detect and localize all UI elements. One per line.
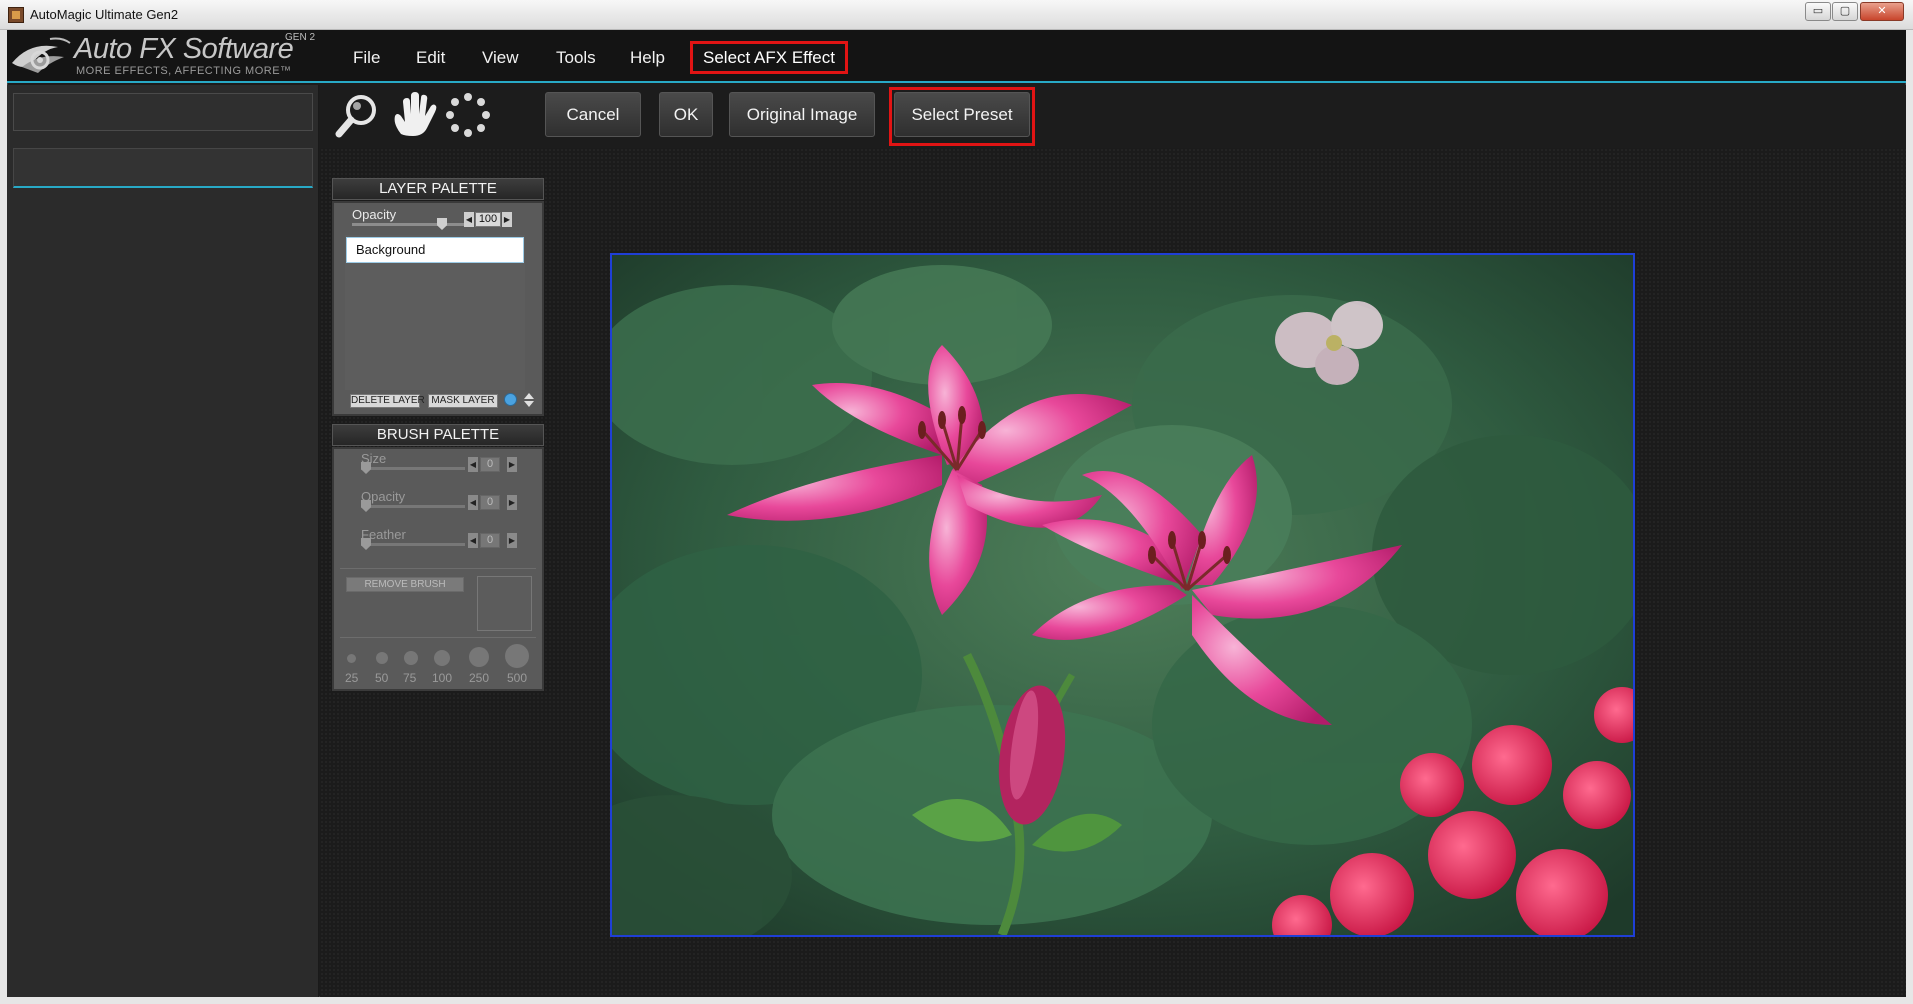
brush-preset-500-label: 500 (507, 671, 528, 685)
brush-opacity-track[interactable] (361, 505, 465, 508)
brush-feather-track[interactable] (361, 543, 465, 546)
brush-feather-value[interactable]: 0 (480, 533, 500, 548)
logo-badge: GEN 2 (285, 32, 316, 43)
brush-opacity-decrement[interactable]: ◀ (468, 495, 478, 510)
layer-opacity-label: Opacity (352, 207, 397, 222)
select-preset-button[interactable]: Select Preset (894, 92, 1030, 137)
sidebar-field-second[interactable] (13, 148, 313, 188)
brush-size-decrement[interactable]: ◀ (468, 457, 478, 472)
brush-preset-100-label: 100 (432, 671, 453, 685)
layer-item-background[interactable]: Background (346, 237, 524, 263)
menu-edit[interactable]: Edit (416, 48, 445, 68)
cancel-button[interactable]: Cancel (545, 92, 641, 137)
brush-feather-increment[interactable]: ▶ (507, 533, 517, 548)
remove-brush-button[interactable]: REMOVE BRUSH (346, 577, 464, 592)
layer-palette-title: LAYER PALETTE (332, 178, 544, 200)
maximize-button[interactable]: ▢ (1832, 2, 1858, 21)
layer-opacity-track[interactable] (352, 223, 464, 226)
menu-file[interactable]: File (353, 48, 380, 68)
layer-opacity-increment[interactable]: ▶ (502, 212, 512, 227)
app-icon (8, 7, 24, 23)
brush-preset-250-icon[interactable] (469, 647, 489, 667)
hand-icon[interactable] (389, 90, 439, 140)
menu-help[interactable]: Help (630, 48, 665, 68)
menu-select-afx-effect[interactable]: Select AFX Effect (690, 41, 848, 74)
brush-size-track[interactable] (361, 467, 465, 470)
brush-size-value[interactable]: 0 (480, 457, 500, 472)
brush-opacity-increment[interactable]: ▶ (507, 495, 517, 510)
brush-divider (340, 568, 536, 569)
brush-preview (477, 576, 532, 631)
brush-feather-decrement[interactable]: ◀ (468, 533, 478, 548)
eye-logo-icon (12, 37, 71, 73)
sidebar-field-top[interactable] (13, 93, 313, 131)
left-sidebar (7, 85, 319, 997)
brush-size-increment[interactable]: ▶ (507, 457, 517, 472)
logo-tagline: MORE EFFECTS, AFFECTING MORE™ (76, 65, 292, 77)
original-image-button[interactable]: Original Image (729, 92, 875, 137)
logo-name: Auto FX Software (74, 33, 294, 65)
window-title: AutoMagic Ultimate Gen2 (30, 7, 179, 22)
image-canvas[interactable] (610, 253, 1635, 937)
menu-tools[interactable]: Tools (556, 48, 596, 68)
lily-photo (612, 255, 1633, 935)
brush-preset-50-icon[interactable] (376, 652, 388, 664)
brush-preset-25-label: 25 (345, 671, 359, 685)
brush-preset-50-label: 50 (375, 671, 389, 685)
layer-opacity-value[interactable]: 100 (475, 212, 501, 227)
brush-palette-title: BRUSH PALETTE (332, 424, 544, 446)
window-titlebar (0, 0, 1913, 30)
brush-opacity-value[interactable]: 0 (480, 495, 500, 510)
brush-preset-100-icon[interactable] (434, 650, 450, 666)
brush-preset-250-label: 250 (469, 671, 490, 685)
ok-button[interactable]: OK (659, 92, 713, 137)
brush-preset-75-label: 75 (403, 671, 417, 685)
brush-preset-500-icon[interactable] (505, 644, 529, 668)
layer-visibility-toggle[interactable] (504, 393, 517, 406)
minimize-button[interactable]: ▭ (1805, 2, 1831, 21)
magnifier-icon[interactable] (333, 90, 383, 140)
layer-order-arrows-icon[interactable] (523, 392, 535, 408)
selection-ring-icon[interactable] (443, 90, 493, 140)
brush-divider-2 (340, 637, 536, 638)
menu-view[interactable]: View (482, 48, 519, 68)
mask-layer-button[interactable]: MASK LAYER (428, 394, 498, 408)
close-button[interactable]: ✕ (1860, 2, 1904, 21)
brush-preset-25-icon[interactable] (347, 654, 356, 663)
delete-layer-button[interactable]: DELETE LAYER (350, 394, 425, 408)
auto-fx-logo: Auto FX Software MORE EFFECTS, AFFECTING… (10, 32, 320, 79)
layer-opacity-decrement[interactable]: ◀ (464, 212, 474, 227)
brush-preset-75-icon[interactable] (404, 651, 418, 665)
